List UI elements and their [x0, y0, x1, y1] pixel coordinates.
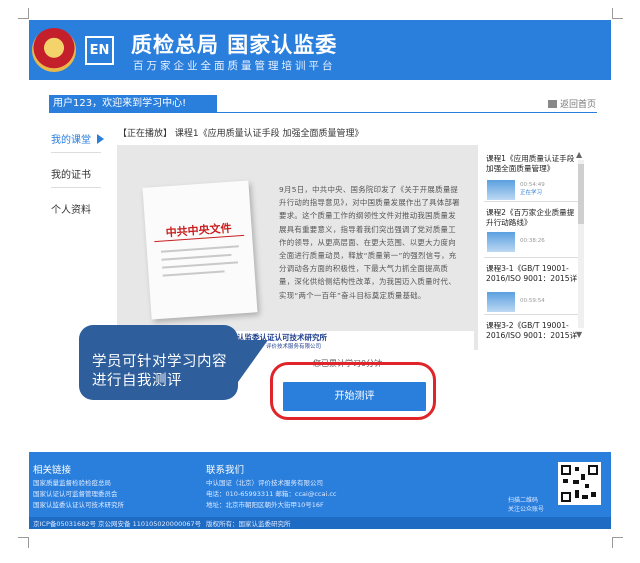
contact-company: 中认国证（北京）评价技术服务有限公司: [206, 479, 323, 487]
copyright-text: 版权所有：国家认监委研究所: [206, 520, 291, 528]
contact-heading: 联系我们: [206, 465, 245, 476]
qr-code-icon: [558, 462, 601, 505]
qr-dot: [591, 492, 596, 497]
play-arrow-icon: [97, 134, 104, 144]
document-image: 中共中央文件: [142, 180, 258, 320]
course-playlist: 课程1《应用质量认证手段 加强全面质量管理》 00:54:49 正在学习 课程2…: [484, 146, 590, 350]
frame-corner: [18, 537, 29, 548]
contact-phone-email: 电话：010-65993311 邮箱：ccai@ccai.cc: [206, 490, 337, 498]
playlist-item-status: 正在学习: [520, 190, 543, 196]
contact-address: 地址：北京市朝阳区朝外大街甲10号16F: [206, 501, 324, 509]
playlist-scrollbar-thumb[interactable]: [578, 164, 584, 224]
sidebar-item-profile[interactable]: 个人资料: [51, 201, 91, 216]
related-links-heading: 相关链接: [33, 465, 72, 476]
frame-corner: [612, 537, 623, 548]
qr-corner: [561, 465, 571, 475]
document-line: [162, 270, 225, 277]
icp-record: 京ICP备05031682号 京公网安备 110105020000067号: [33, 520, 202, 528]
footer-link[interactable]: 国家认监委认证认可技术研究所: [33, 499, 124, 509]
en-logo: EN: [85, 36, 114, 65]
video-thumbnail: [487, 292, 515, 312]
welcome-divider: [49, 112, 597, 113]
home-icon: [548, 100, 557, 108]
playlist-divider: [484, 257, 580, 258]
callout-pointer: [238, 340, 268, 382]
scroll-up-icon[interactable]: ▲: [576, 150, 582, 159]
qr-dot: [582, 495, 588, 499]
highlight-oval: [270, 362, 436, 420]
return-home-label: 返回首页: [560, 100, 597, 110]
frame-corner: [612, 8, 623, 19]
footer-link[interactable]: 国家质量监督检验检疫总局: [33, 477, 111, 487]
playlist-item-duration: 00:38:26: [520, 238, 545, 244]
playlist-item-duration: 00:54:49: [520, 182, 545, 188]
qr-dot: [581, 474, 585, 480]
qr-dot: [575, 490, 579, 498]
playlist-item-title: 课程3-2《GB/T 19001-2016/ISO 9001：2015详: [486, 321, 578, 340]
now-playing-title: 【正在播放】 课程1《应用质量认证手段 加强全面质量管理》: [118, 129, 364, 139]
frame-corner: [18, 8, 29, 19]
qr-dot: [573, 480, 579, 484]
site-subtitle: 百万家企业全面质量管理培训平台: [133, 60, 336, 72]
sidebar-item-my-classroom[interactable]: 我的课堂: [51, 131, 104, 146]
document-line: [160, 245, 239, 253]
playlist-item-title: 课程1《应用质量认证手段 加强全面质量管理》: [486, 154, 575, 173]
site-title: 质检总局 国家认监委: [131, 33, 338, 57]
national-emblem-icon: [32, 28, 76, 72]
playlist-item-title: 课程3-1《GB/T 19001-2016/ISO 9001：2015详: [486, 264, 578, 283]
document-line: [162, 261, 239, 269]
qr-dot: [563, 479, 568, 483]
document-line: [161, 253, 232, 261]
qr-dot: [585, 484, 589, 488]
sidebar-item-my-certificates[interactable]: 我的证书: [51, 166, 91, 181]
qr-label: 扫描二维码: [508, 497, 539, 504]
site-header: EN 质检总局 国家认监委 百万家企业全面质量管理培训平台: [29, 20, 611, 80]
welcome-message: 用户123，欢迎来到学习中心!: [49, 95, 217, 113]
video-paragraph: 9月5日，中共中央、国务院印发了《关于开展质量提升行动的指导意见》，对中国质量发…: [279, 185, 460, 300]
sidebar-divider: [51, 187, 101, 188]
video-player[interactable]: 中共中央文件 9月5日，中共中央、国务院印发了《关于开展质量提升行动的指导意见》…: [117, 145, 478, 350]
return-home-link[interactable]: 返回首页: [548, 97, 596, 110]
sidebar-divider: [51, 152, 101, 153]
footer-link[interactable]: 国家认证认可监督管理委员会: [33, 488, 118, 498]
video-thumbnail: [487, 232, 515, 252]
playlist-item-title: 课程2《百万家企业质量提升行动路线》: [486, 208, 575, 227]
callout-text: 学员可针对学习内容进行自我测评: [92, 354, 227, 389]
video-thumbnail: [487, 180, 515, 200]
sidebar-item-label: 我的课堂: [51, 135, 91, 146]
sidebar-item-label: 个人资料: [51, 205, 91, 216]
sidebar-item-label: 我的证书: [51, 170, 91, 181]
qr-corner: [588, 465, 598, 475]
qr-label: 关注公众账号: [508, 506, 545, 513]
playlist-divider: [484, 314, 580, 315]
playlist-divider: [484, 201, 580, 202]
scroll-down-icon[interactable]: ▼: [576, 330, 582, 339]
playlist-item-duration: 00:59:54: [520, 298, 545, 304]
qr-corner: [561, 492, 571, 502]
qr-dot: [575, 467, 579, 471]
